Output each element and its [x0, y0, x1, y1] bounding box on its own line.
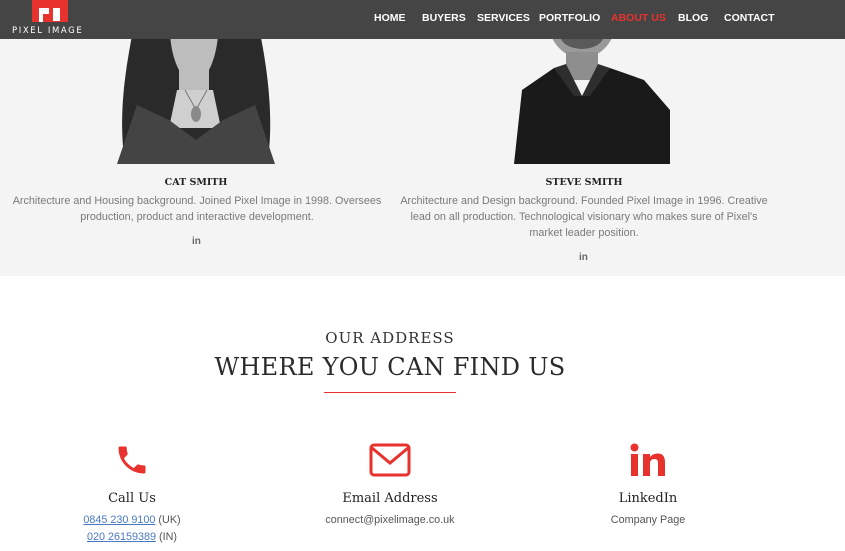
nav-buyers[interactable]: BUYERS	[422, 12, 466, 24]
envelope-icon	[280, 440, 500, 480]
linkedin-company-page[interactable]: Company Page	[538, 512, 758, 529]
contact-linkedin: LinkedIn Company Page	[538, 440, 758, 529]
address-eyebrow: OUR ADDRESS	[325, 329, 455, 347]
contact-heading: Email Address	[342, 491, 438, 506]
team-section: CAT SMITH Architecture and Housing backg…	[0, 0, 845, 276]
contact-heading: Call Us	[108, 491, 156, 506]
phone-in-link[interactable]: 020 26159389	[87, 531, 156, 543]
phone-uk-suffix: (UK)	[158, 514, 181, 526]
nav-services[interactable]: SERVICES	[477, 12, 530, 24]
linkedin-link-cat-smith[interactable]: in	[192, 236, 201, 247]
member-bio: Architecture and Housing background. Joi…	[12, 195, 382, 223]
nav-blog[interactable]: BLOG	[678, 12, 708, 24]
phone-in-line: 020 26159389 (IN)	[22, 529, 242, 546]
address-title: WHERE YOU CAN FIND US	[214, 353, 566, 381]
title-divider	[324, 392, 456, 393]
contact-call: Call Us 0845 230 9100 (UK) 020 26159389 …	[22, 440, 242, 546]
logo[interactable]: PIXEL IMAGE	[12, 0, 92, 39]
phone-uk-line: 0845 230 9100 (UK)	[22, 512, 242, 529]
linkedin-link-steve-smith[interactable]: in	[579, 252, 588, 263]
linkedin-icon	[538, 440, 758, 480]
contact-email: Email Address connect@pixelimage.co.uk	[280, 440, 500, 529]
phone-uk-link[interactable]: 0845 230 9100	[83, 514, 155, 526]
nav-portfolio[interactable]: PORTFOLIO	[539, 12, 600, 24]
nav-contact[interactable]: CONTACT	[724, 12, 775, 24]
nav-home[interactable]: HOME	[374, 12, 406, 24]
top-navbar: PIXEL IMAGE HOME BUYERS SERVICES PORTFOL…	[0, 0, 845, 39]
logo-text: PIXEL IMAGE	[12, 26, 84, 36]
email-value[interactable]: connect@pixelimage.co.uk	[280, 512, 500, 529]
member-name: CAT SMITH	[164, 177, 228, 188]
contact-heading: LinkedIn	[618, 491, 678, 506]
logo-mark-icon	[32, 0, 68, 22]
phone-in-suffix: (IN)	[159, 531, 178, 543]
member-bio: Architecture and Design background. Foun…	[400, 195, 768, 239]
member-name: STEVE SMITH	[545, 177, 623, 188]
phone-icon	[22, 440, 242, 480]
nav-about-us[interactable]: ABOUT US	[611, 12, 666, 24]
